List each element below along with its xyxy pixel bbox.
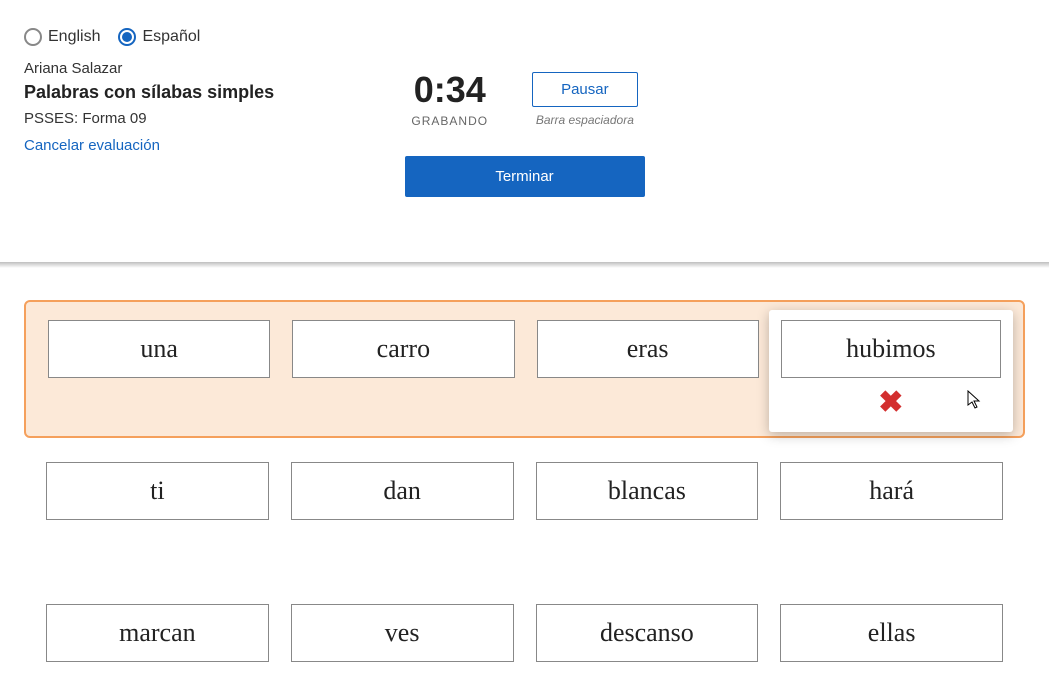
radio-dot-icon [122,32,132,42]
timer-row: 0:34 GRABANDO Pausar Barra espaciadora [411,72,637,128]
timer-controls: 0:34 GRABANDO Pausar Barra espaciadora T… [0,72,1049,197]
divider [0,262,1049,268]
mark-incorrect-icon[interactable]: ✖ [878,388,903,418]
pause-button[interactable]: Pausar [532,72,638,107]
language-selector: English Español [24,28,200,46]
word-cell[interactable]: carro [292,320,514,378]
finish-button[interactable]: Terminar [405,156,645,197]
popover-actions: ✖ [781,388,1001,418]
radio-spanish[interactable]: Español [118,28,200,46]
cursor-icon [967,390,983,415]
word-row: marcan ves descanso ellas [24,604,1025,662]
word-cell[interactable]: marcan [46,604,269,662]
radio-english-label: English [48,28,100,46]
word-cell[interactable]: ti [46,462,269,520]
word-cell[interactable]: blancas [536,462,759,520]
word-cell[interactable]: dan [291,462,514,520]
word-row: ti dan blancas hará [24,462,1025,520]
radio-circle-icon [24,28,42,46]
radio-spanish-label: Español [142,28,200,46]
pause-hint: Barra espaciadora [532,113,638,127]
radio-circle-selected-icon [118,28,136,46]
word-cell[interactable]: descanso [536,604,759,662]
radio-english[interactable]: English [24,28,100,46]
word-cell[interactable]: eras [537,320,759,378]
word-cell[interactable]: una [48,320,270,378]
word-cell[interactable]: ves [291,604,514,662]
active-row: una carro eras hubimos ✖ [24,300,1025,438]
pause-column: Pausar Barra espaciadora [532,72,638,127]
word-cell[interactable]: ellas [780,604,1003,662]
timer-display: 0:34 GRABANDO [411,72,488,128]
word-cell-active[interactable]: hubimos [781,320,1001,378]
timer-value: 0:34 [411,72,488,108]
word-grid: una carro eras hubimos ✖ ti dan blancas … [24,300,1025,662]
timer-label: GRABANDO [411,114,488,128]
word-cell[interactable]: hará [780,462,1003,520]
word-popover: hubimos ✖ [769,310,1013,432]
